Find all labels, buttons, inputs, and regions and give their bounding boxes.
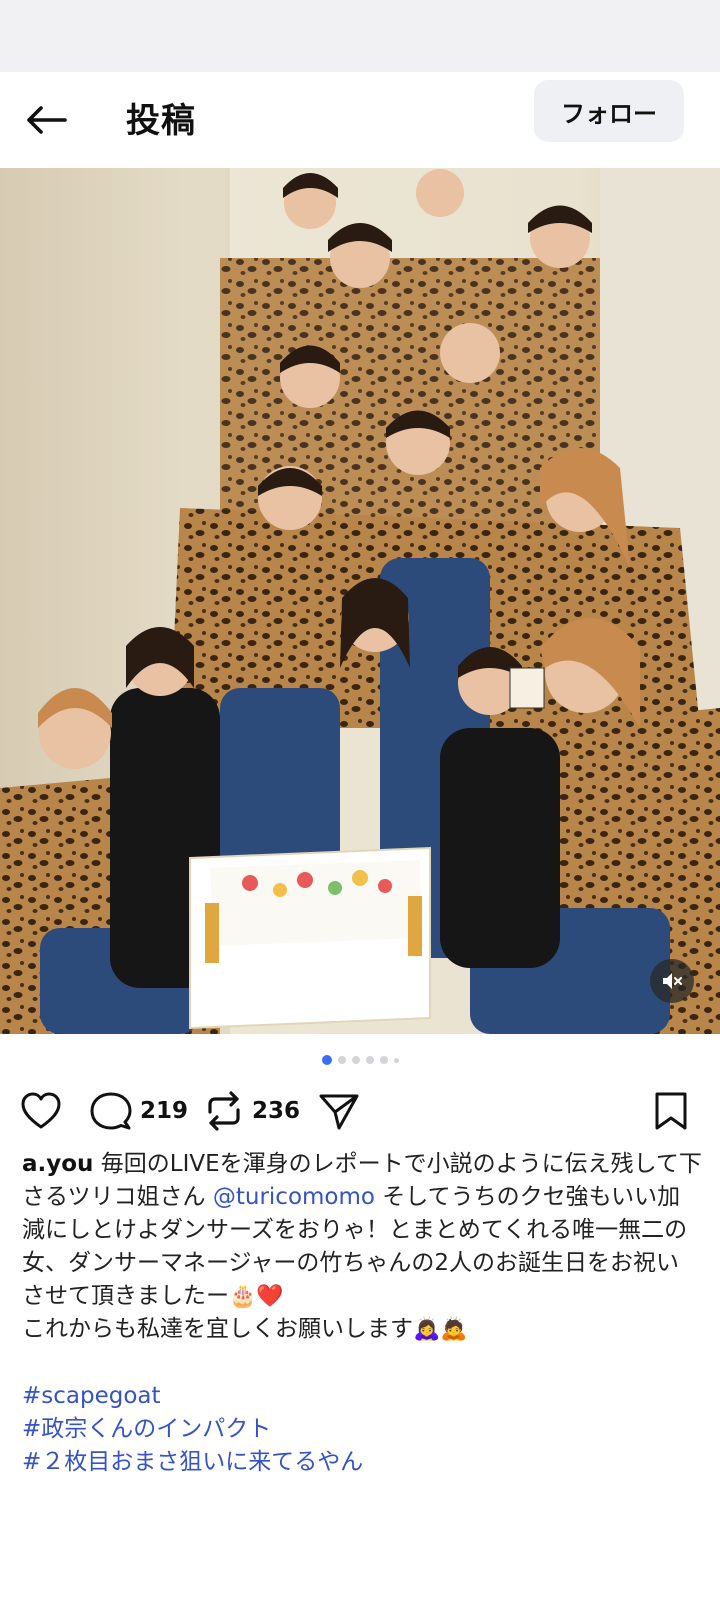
mute-toggle[interactable] [650, 959, 694, 1003]
status-bar [0, 0, 720, 72]
heart-icon [21, 1092, 61, 1129]
caption-text: これからも私達を宜しくお願いします [22, 1316, 413, 1342]
post-caption: a.you 毎回のLIVEを渾身のレポートで小説のように伝え残して下さるツリコ姐… [22, 1148, 702, 1346]
carousel-dot [379, 1056, 388, 1064]
carousel-dot [365, 1056, 374, 1064]
hashtag-list: #scapegoat #政宗くんのインパクト #２枚目おまさ狙いに来てるやん [22, 1380, 702, 1479]
bowing-woman-emoji: 🙇‍♀️ [413, 1317, 441, 1342]
follow-button[interactable]: フォロー [534, 80, 684, 142]
mention-link[interactable]: @turicomomo [213, 1184, 375, 1210]
bowing-person-emoji: 🙇 [440, 1317, 468, 1342]
carousel-dot [337, 1056, 346, 1064]
hashtag-link[interactable]: #２枚目おまさ狙いに来てるやん [22, 1446, 702, 1479]
carousel-indicator [0, 1054, 720, 1066]
repost-button[interactable]: 236 [204, 1086, 300, 1136]
repost-count: 236 [252, 1098, 301, 1124]
comment-button[interactable]: 219 [90, 1086, 188, 1136]
heart-emoji: ❤️ [256, 1284, 284, 1309]
header: 投稿 フォロー [0, 72, 720, 168]
bookmark-icon [655, 1092, 687, 1130]
post-photo[interactable] [0, 168, 720, 1034]
comment-count: 219 [140, 1098, 189, 1124]
page-title: 投稿 [126, 101, 196, 141]
bookmark-button[interactable] [654, 1086, 688, 1136]
speaker-muted-icon [663, 973, 682, 989]
hashtag-link[interactable]: #政宗くんのインパクト [22, 1413, 702, 1446]
cake-emoji: 🎂 [229, 1284, 257, 1309]
caption-username[interactable]: a.you [22, 1151, 93, 1177]
carousel-dot [321, 1055, 332, 1065]
action-bar: 219 236 [0, 1086, 720, 1136]
carousel-dot [393, 1057, 399, 1063]
back-button[interactable] [22, 98, 70, 142]
group-photo-illustration [0, 168, 720, 1034]
back-arrow-icon [27, 106, 67, 134]
send-icon [319, 1094, 359, 1130]
carousel-dot [351, 1056, 360, 1064]
share-button[interactable] [318, 1086, 360, 1136]
like-button[interactable] [20, 1086, 62, 1136]
repost-icon [208, 1091, 240, 1131]
comment-bubble-icon [90, 1092, 132, 1130]
hashtag-link[interactable]: #scapegoat [22, 1380, 702, 1413]
